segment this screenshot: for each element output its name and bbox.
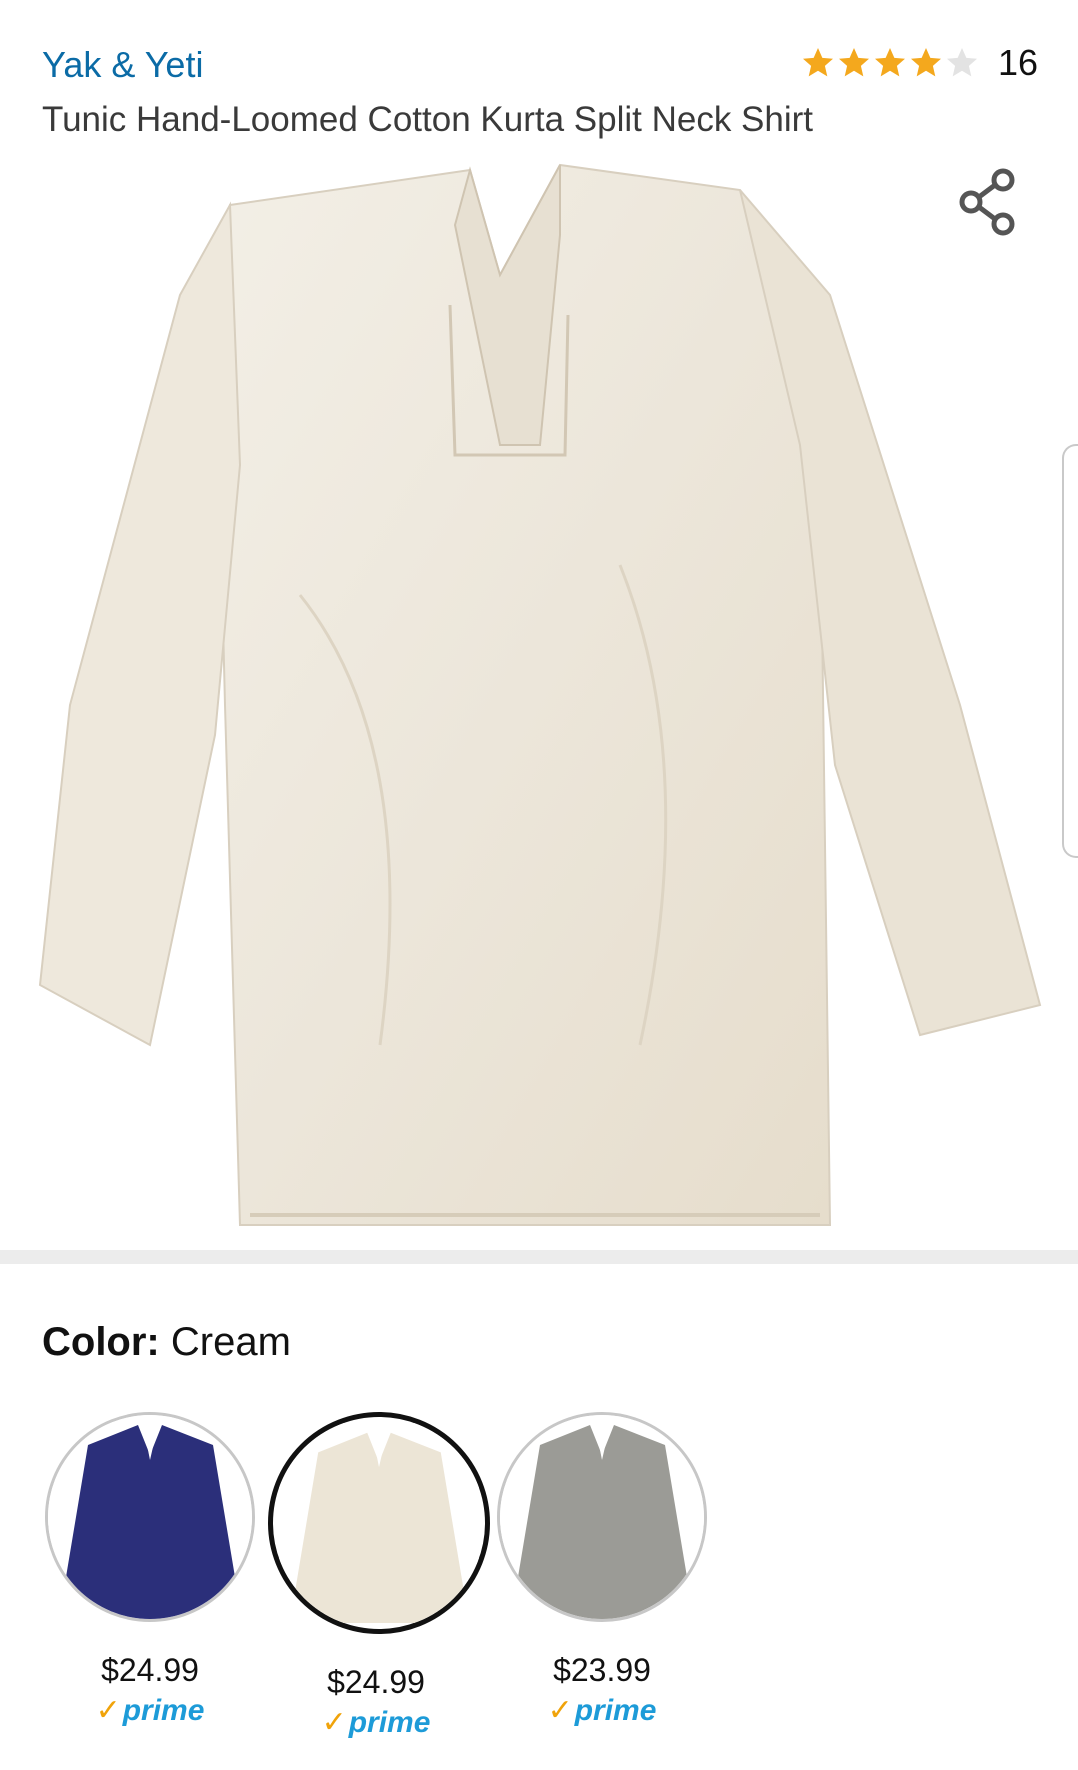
product-title: Tunic Hand-Loomed Cotton Kurta Split Nec… [42, 100, 814, 139]
prime-badge: ✓prime [95, 1694, 205, 1727]
color-label: Color: [42, 1320, 160, 1364]
color-swatches: $24.99 ✓prime $24.99 ✓prime $23.99 ✓prim… [42, 1412, 1042, 1752]
swatch-price: $24.99 [101, 1652, 199, 1688]
color-selector-label: Color: Cream [42, 1320, 291, 1365]
brand-link[interactable]: Yak & Yeti [42, 44, 203, 86]
swatch-cream[interactable]: $24.99 ✓prime [268, 1412, 490, 1740]
star-full-icon [838, 48, 869, 77]
check-icon: ✓ [321, 1706, 347, 1739]
section-divider [0, 1250, 1078, 1264]
rating-count: 16 [997, 42, 1038, 83]
swatch-image [268, 1412, 490, 1634]
prime-badge: ✓prime [547, 1694, 657, 1727]
swatch-image [45, 1412, 255, 1622]
check-icon: ✓ [547, 1694, 573, 1727]
star-full-icon [910, 48, 941, 77]
swatch-navy[interactable]: $24.99 ✓prime [42, 1412, 258, 1728]
star-empty-icon [946, 48, 977, 77]
swatch-image [497, 1412, 707, 1622]
star-full-icon [802, 48, 833, 77]
share-icon[interactable] [955, 166, 1019, 236]
image-scroll-handle[interactable] [1062, 444, 1078, 858]
product-image[interactable] [0, 145, 1078, 1245]
prime-badge: ✓prime [321, 1706, 431, 1739]
check-icon: ✓ [95, 1694, 121, 1727]
swatch-gray[interactable]: $23.99 ✓prime [494, 1412, 710, 1728]
selected-color-value: Cream [170, 1320, 291, 1364]
star-full-icon [874, 48, 905, 77]
swatch-price: $24.99 [327, 1664, 425, 1700]
star-rating [800, 45, 980, 81]
swatch-price: $23.99 [553, 1652, 651, 1688]
rating[interactable]: 16 [800, 42, 1038, 84]
